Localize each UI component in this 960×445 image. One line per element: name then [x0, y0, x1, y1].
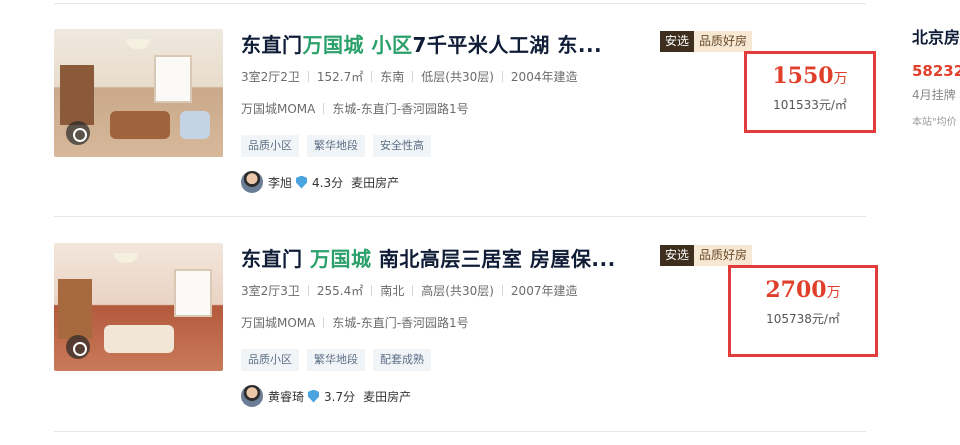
price-unit: 万 — [833, 70, 848, 86]
price-value: 1550 — [772, 63, 834, 89]
tag: 繁华地段 — [307, 135, 365, 157]
listing-card[interactable]: 东直门万国城 小区7千平米人工湖 东... 安选 品质好房 3室2厅2卫 152… — [54, 26, 876, 226]
price-box: 1550万 101533元/㎡ — [744, 51, 876, 133]
orientation-text: 东南 — [380, 70, 405, 84]
select-badge: 安选 — [660, 245, 695, 266]
community-info: 万国城MOMA 东城-东直门-香河园路1号 — [241, 100, 469, 117]
verified-shield-icon — [308, 389, 320, 403]
agent-avatar[interactable] — [241, 171, 263, 193]
verified-shield-icon — [296, 175, 308, 189]
year-text: 2007年建造 — [510, 284, 578, 298]
listing-photo[interactable] — [54, 29, 223, 157]
price-box: 2700万 105738元/㎡ — [728, 265, 878, 357]
title-prefix: 东直门 — [241, 33, 303, 57]
agency-name: 麦田房产 — [351, 175, 400, 190]
floor-text: 低层(共30层) — [421, 70, 494, 84]
top-divider — [54, 3, 866, 4]
title-highlight: 万国城 小区 — [302, 33, 413, 57]
total-price: 2700万 — [731, 277, 875, 303]
tag: 繁华地段 — [307, 349, 365, 371]
sidebar-note: 本站"均价 — [912, 117, 957, 128]
panorama-icon[interactable] — [66, 121, 90, 145]
tag-list: 品质小区 繁华地段 安全性高 — [241, 135, 431, 157]
layout-text: 3室2厅2卫 — [241, 70, 300, 84]
listing-title[interactable]: 东直门万国城 小区7千平米人工湖 东... — [241, 29, 602, 58]
sidebar-number: 58232 — [912, 62, 960, 80]
layout-text: 3室2厅3卫 — [241, 284, 300, 298]
agent-info: 李旭 4.3分 麦田房产 — [241, 171, 399, 193]
quality-badges: 安选 品质好房 — [660, 245, 753, 266]
area-text: 255.4㎡ — [316, 284, 364, 298]
quality-badge: 品质好房 — [694, 31, 753, 52]
price-unit: 万 — [826, 284, 841, 300]
location-text: 东城-东直门-香河园路1号 — [332, 102, 469, 116]
title-highlight: 万国城 — [309, 247, 372, 271]
price-value: 2700 — [765, 277, 827, 303]
market-sidebar: 北京房 58232 4月挂牌 本站"均价 — [912, 24, 960, 128]
orientation-text: 南北 — [380, 284, 405, 298]
community-link[interactable]: 万国城MOMA — [241, 100, 315, 117]
house-info: 3室2厅2卫 152.7㎡ 东南 低层(共30层) 2004年建造 — [241, 68, 577, 85]
listing-divider — [54, 216, 866, 217]
quality-badge: 品质好房 — [694, 245, 753, 266]
area-text: 152.7㎡ — [316, 70, 364, 84]
bottom-divider — [54, 431, 866, 432]
agency-name: 麦田房产 — [363, 389, 412, 404]
agent-name[interactable]: 黄睿琦 — [268, 388, 304, 405]
floor-text: 高层(共30层) — [421, 284, 494, 298]
agent-info: 黄睿琦 3.7分 麦田房产 — [241, 385, 411, 407]
panorama-icon[interactable] — [66, 335, 90, 359]
total-price: 1550万 — [747, 63, 873, 89]
listing-title[interactable]: 东直门 万国城 南北高层三居室 房屋保... — [241, 243, 616, 272]
agent-score: 4.3分 — [312, 175, 344, 190]
year-text: 2004年建造 — [510, 70, 578, 84]
unit-price: 105738元/㎡ — [766, 312, 840, 326]
location-text: 东城-东直门-香河园路1号 — [332, 316, 469, 330]
sidebar-subtitle: 4月挂牌 — [912, 88, 956, 102]
title-prefix: 东直门 — [241, 247, 310, 271]
house-info: 3室2厅3卫 255.4㎡ 南北 高层(共30层) 2007年建造 — [241, 282, 577, 299]
title-suffix: 7千平米人工湖 东... — [412, 33, 603, 57]
listing-card[interactable]: 东直门 万国城 南北高层三居室 房屋保... 安选 品质好房 3室2厅3卫 25… — [54, 240, 878, 440]
title-suffix: 南北高层三居室 房屋保... — [371, 247, 616, 271]
tag-list: 品质小区 繁华地段 配套成熟 — [241, 349, 431, 371]
sidebar-title: 北京房 — [912, 28, 960, 47]
community-link[interactable]: 万国城MOMA — [241, 314, 315, 331]
community-info: 万国城MOMA 东城-东直门-香河园路1号 — [241, 314, 469, 331]
listing-photo[interactable] — [54, 243, 223, 371]
tag: 品质小区 — [241, 135, 299, 157]
agent-avatar[interactable] — [241, 385, 263, 407]
quality-badges: 安选 品质好房 — [660, 31, 753, 52]
unit-price: 101533元/㎡ — [773, 98, 847, 112]
agent-name[interactable]: 李旭 — [268, 174, 292, 191]
select-badge: 安选 — [660, 31, 695, 52]
tag: 配套成熟 — [373, 349, 431, 371]
tag: 品质小区 — [241, 349, 299, 371]
tag: 安全性高 — [373, 135, 431, 157]
agent-score: 3.7分 — [324, 389, 356, 404]
